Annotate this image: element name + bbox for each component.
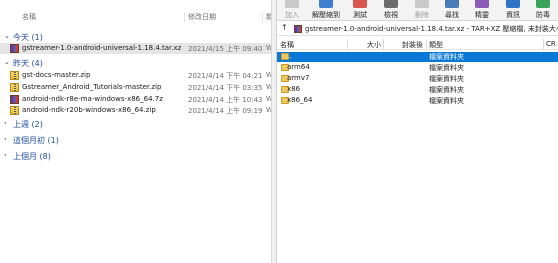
toolbar-label: 尋找 — [445, 11, 459, 19]
file-name: android-ndk-r8e-ma-windows-x86_64.7z — [22, 95, 163, 103]
group-earlier-this-month[interactable]: › 這個月初 (1) — [0, 134, 271, 146]
chevron-down-icon[interactable]: ⌄ — [4, 58, 12, 68]
zip-icon — [10, 83, 19, 92]
virus-scan-icon — [536, 0, 550, 8]
toolbar-label: 解壓縮到 — [312, 11, 340, 19]
group-label: 上個月 (8) — [13, 152, 51, 161]
file-row[interactable]: android-ndk-r20b-windows-x86_64.zip 2021… — [0, 105, 271, 116]
add-icon — [285, 0, 299, 8]
column-divider[interactable] — [347, 39, 348, 49]
file-name: android-ndk-r20b-windows-x86_64.zip — [22, 106, 156, 114]
view-icon — [384, 0, 398, 8]
toolbar-label: 測試 — [353, 11, 367, 19]
toolbar-label: 刪除 — [415, 11, 429, 19]
toolbar-label: 加入 — [285, 11, 299, 19]
column-divider[interactable] — [426, 39, 427, 49]
group-yesterday[interactable]: ⌄ 昨天 (4) — [0, 57, 271, 69]
file-row[interactable]: android-ndk-r8e-ma-windows-x86_64.7z 202… — [0, 94, 271, 105]
group-last-week[interactable]: › 上週 (2) — [0, 118, 271, 130]
column-divider[interactable] — [262, 12, 263, 22]
column-divider[interactable] — [543, 39, 544, 49]
entry-type: 檔案資料夾 — [429, 53, 464, 61]
toolbar-label: 防毒 — [536, 11, 550, 19]
archive-row-parent[interactable]: .. 檔案資料夾 — [277, 52, 558, 62]
zip-icon — [10, 71, 19, 80]
column-name[interactable]: 名稱 — [22, 12, 36, 22]
group-today[interactable]: ⌄ 今天 (1) — [0, 31, 271, 43]
toolbar-label: 檢視 — [384, 11, 398, 19]
file-date: 2021/4/14 上午 09:19 — [188, 107, 263, 115]
info-icon — [506, 0, 520, 8]
rar-icon — [294, 25, 302, 33]
archive-row[interactable]: x86 檔案資料夾 — [277, 85, 558, 95]
find-button[interactable]: 尋找 — [437, 0, 467, 21]
entry-type: 檔案資料夾 — [429, 64, 464, 72]
file-row[interactable]: Gstreamer_Android_Tutorials-master.zip 2… — [0, 82, 271, 93]
add-button[interactable]: 加入 — [277, 0, 307, 21]
entry-type: 檔案資料夾 — [429, 75, 464, 83]
column-name[interactable]: 名稱 — [280, 40, 294, 50]
entry-name: armv7 — [287, 74, 310, 82]
up-arrow-icon[interactable]: ↑ — [281, 23, 288, 32]
info-button[interactable]: 資訊 — [498, 0, 528, 21]
toolbar-label: 資訊 — [506, 11, 520, 19]
file-name: Gstreamer_Android_Tutorials-master.zip — [22, 83, 162, 91]
delete-button[interactable]: 刪除 — [407, 0, 437, 21]
view-button[interactable]: 檢視 — [376, 0, 406, 21]
file-date: 2021/4/14 上午 10:43 — [188, 96, 263, 104]
group-label: 這個月初 (1) — [13, 136, 59, 145]
entry-name: arm64 — [287, 63, 310, 71]
extract-to-button[interactable]: 解壓縮到 — [308, 0, 344, 21]
group-label: 上週 (2) — [13, 120, 43, 129]
entry-type: 檔案資料夾 — [429, 86, 464, 94]
toolbar-label: 精靈 — [475, 11, 489, 19]
archive-row[interactable]: armv7 檔案資料夾 — [277, 74, 558, 84]
column-date-modified[interactable]: 修改日期 — [188, 12, 216, 22]
explorer-column-header: 名稱 修改日期 類 — [0, 10, 271, 24]
test-button[interactable]: 測試 — [345, 0, 375, 21]
wizard-icon — [475, 0, 489, 8]
test-icon — [353, 0, 367, 8]
file-name: gstreamer-1.0-android-universal-1.18.4.t… — [22, 44, 182, 52]
column-size[interactable]: 大小 — [367, 40, 381, 50]
column-crc[interactable]: CR — [546, 40, 556, 48]
file-name: gst-docs-master.zip — [22, 71, 91, 79]
column-type[interactable]: 類型 — [429, 40, 443, 50]
group-label: 今天 (1) — [13, 33, 43, 42]
chevron-down-icon[interactable]: ⌄ — [4, 32, 12, 42]
find-icon — [445, 0, 459, 8]
entry-name: x86 — [287, 85, 301, 93]
rar-icon — [10, 44, 19, 53]
archive-row[interactable]: arm64 檔案資料夾 — [277, 63, 558, 73]
group-label: 昨天 (4) — [13, 59, 43, 68]
file-row[interactable]: gstreamer-1.0-android-universal-1.18.4.t… — [0, 43, 271, 54]
virus-scan-button[interactable]: 防毒 — [528, 0, 558, 21]
chevron-right-icon[interactable]: › — [4, 151, 12, 161]
zip-icon — [10, 106, 19, 115]
file-explorer-pane: 名稱 修改日期 類 ⌄ 今天 (1) gstreamer-1.0-android… — [0, 0, 271, 263]
archive-row[interactable]: x86_64 檔案資料夾 — [277, 96, 558, 106]
winrar-window: 加入 解壓縮到 測試 檢視 刪除 尋找 精靈 資訊 防毒 ↑ gstreamer… — [277, 0, 558, 263]
address-bar: ↑ gstreamer-1.0-android-universal-1.18.4… — [277, 22, 558, 36]
entry-name: .. — [287, 52, 292, 60]
file-row[interactable]: gst-docs-master.zip 2021/4/14 下午 04:21 W — [0, 70, 271, 81]
file-date: 2021/4/14 下午 03:35 — [188, 84, 263, 92]
delete-icon — [415, 0, 429, 8]
entry-type: 檔案資料夾 — [429, 97, 464, 105]
column-packed-size[interactable]: 封裝後 — [402, 40, 423, 50]
file-date: 2021/4/15 上午 09:40 — [188, 45, 263, 53]
toolbar: 加入 解壓縮到 測試 檢視 刪除 尋找 精靈 資訊 防毒 — [277, 0, 558, 21]
entry-name: x86_64 — [287, 96, 313, 104]
wizard-button[interactable]: 精靈 — [467, 0, 497, 21]
archive-column-header: 名稱 大小 封裝後 類型 CR — [277, 38, 558, 50]
chevron-right-icon[interactable]: › — [4, 119, 12, 129]
file-date: 2021/4/14 下午 04:21 — [188, 72, 263, 80]
group-last-month[interactable]: › 上個月 (8) — [0, 150, 271, 162]
rar-icon — [10, 95, 19, 104]
column-divider[interactable] — [383, 39, 384, 49]
extract-to-icon — [319, 0, 333, 8]
archive-path: gstreamer-1.0-android-universal-1.18.4.t… — [305, 25, 558, 33]
chevron-right-icon[interactable]: › — [4, 135, 12, 145]
column-divider[interactable] — [184, 12, 185, 22]
